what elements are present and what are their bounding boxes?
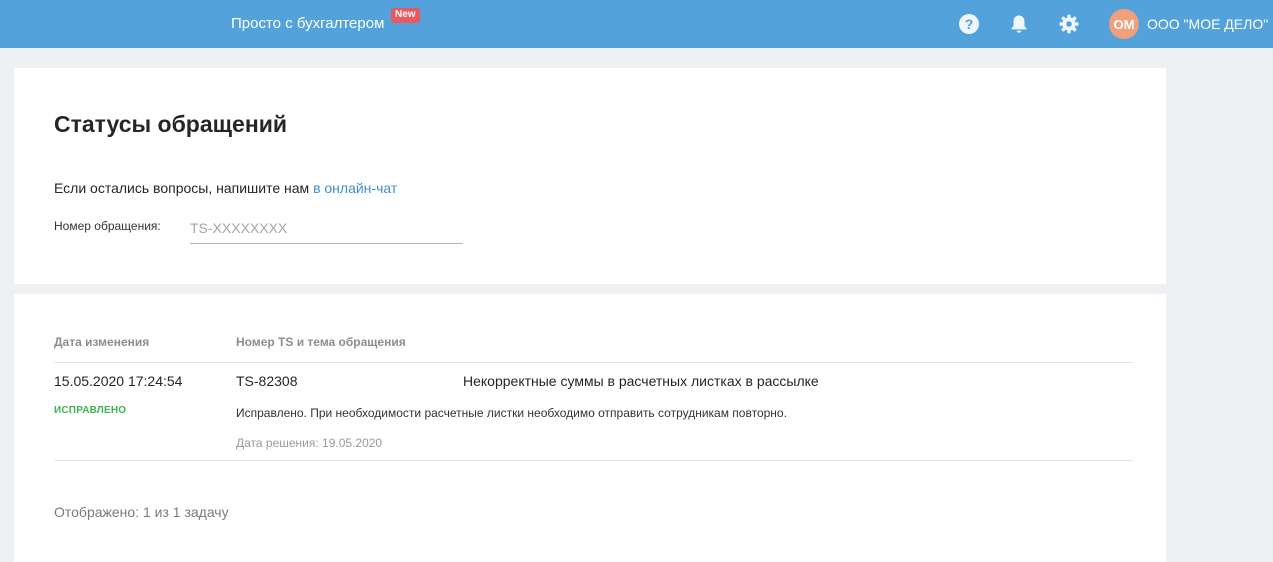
column-header-date: Дата изменения <box>54 335 150 349</box>
header-divider <box>54 362 1133 363</box>
gear-icon[interactable] <box>1057 12 1081 36</box>
ticket-number-label: Номер обращения: <box>54 219 161 233</box>
chat-note: Если остались вопросы, напишите нам в он… <box>54 180 397 196</box>
org-name[interactable]: ООО "МОЕ ДЕЛО" <box>1147 16 1268 32</box>
row-date: 15.05.2020 17:24:54 <box>54 373 183 389</box>
online-chat-link[interactable]: в онлайн-чат <box>313 180 397 196</box>
bell-icon[interactable] <box>1007 12 1031 36</box>
ticket-subject[interactable]: Некорректные суммы в расчетных листках в… <box>463 373 819 389</box>
row-divider <box>54 460 1133 461</box>
top-navigation-bar: Просто с бухгалтером New ? ОМ ООО "МОЕ Д… <box>0 0 1273 48</box>
displayed-count: Отображено: 1 из 1 задачу <box>54 504 229 520</box>
ticket-number-input[interactable] <box>190 214 463 244</box>
svg-text:?: ? <box>965 16 974 32</box>
status-badge: ИСПРАВЛЕНО <box>54 405 127 416</box>
resolution-date: Дата решения: 19.05.2020 <box>236 436 383 450</box>
chat-note-text: Если остались вопросы, напишите нам <box>54 180 310 196</box>
new-badge: New <box>391 8 420 23</box>
ticket-answer: Исправлено. При необходимости расчетные … <box>236 406 787 420</box>
status-search-card: Статусы обращений Если остались вопросы,… <box>14 68 1166 284</box>
avatar[interactable]: ОМ <box>1109 9 1139 39</box>
ticket-number-link[interactable]: TS-82308 <box>236 373 297 389</box>
brand-link[interactable]: Просто с бухгалтером <box>231 15 384 32</box>
column-header-number: Номер TS и тема обращения <box>236 335 406 349</box>
tickets-card: Дата изменения Номер TS и тема обращения… <box>14 294 1166 562</box>
help-icon[interactable]: ? <box>957 12 981 36</box>
page-title: Статусы обращений <box>54 111 288 137</box>
